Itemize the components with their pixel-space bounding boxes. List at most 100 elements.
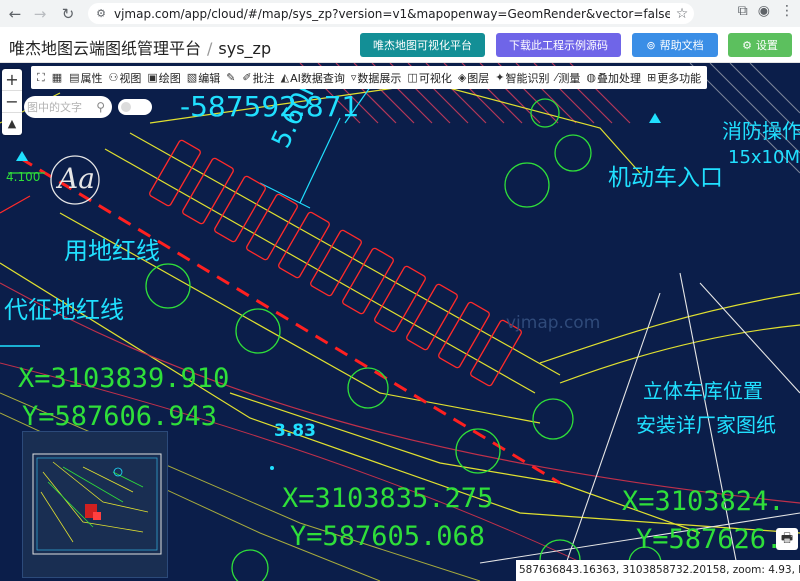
toolbar-data-display[interactable]: ▿ 数据展示 (348, 66, 405, 89)
toolbar-annotate[interactable]: ✐ 批注 (239, 66, 277, 89)
search-placeholder: 图中的文字 (27, 101, 82, 114)
zoom-out-button[interactable]: − (2, 91, 22, 113)
breadcrumb-separator: / (207, 39, 213, 58)
toolbar-properties[interactable]: ▤ 属性 (66, 66, 105, 89)
toolbar-qrcode[interactable]: ▦ (49, 66, 66, 89)
download-source-label: 下载此工程示例源码 (509, 39, 608, 52)
app-title: 唯杰地图云端图纸管理平台 (9, 39, 202, 58)
annotate-icon: ✐ (242, 71, 252, 84)
draw-icon: ▣ (147, 71, 158, 84)
cad-dim2: 3.83 (274, 421, 316, 441)
toolbar-fullscreen[interactable]: ⛶ (34, 66, 49, 89)
toolbar-view-label: 视图 (119, 71, 142, 85)
toolbar-visualize-label: 可视化 (418, 71, 452, 85)
toolbar-measure[interactable]: ⁄ 测量 (553, 66, 584, 89)
cad-y2: Y=587605.068 (290, 521, 486, 552)
toolbar-view[interactable]: ⚇ 视图 (106, 66, 145, 89)
reload-icon[interactable]: ↻ (55, 5, 81, 23)
watermark: vjmap.com (506, 313, 601, 333)
visual-platform-label: 唯杰地图可视化平台 (373, 39, 472, 52)
zoom-control: + − ▲ (2, 69, 22, 135)
breadcrumb: 唯杰地图云端图纸管理平台 / sys_zp (9, 35, 271, 59)
settings-button[interactable]: ⚙ 设置 (728, 33, 792, 57)
url-text[interactable]: vjmap.com/app/cloud/#/map/sys_zp?version… (114, 7, 670, 21)
edit-icon: ▧ (186, 71, 198, 84)
toolbar-more[interactable]: ⊞ 更多功能 (644, 66, 704, 89)
toolbar-ai-query-label: AI数据查询 (290, 71, 345, 85)
search-toggle[interactable] (118, 99, 152, 115)
cad-fire-size: 15x10M (728, 147, 800, 168)
cad-y1: Y=587606.943 (22, 401, 218, 432)
address-bar[interactable]: ⚙ vjmap.com/app/cloud/#/map/sys_zp?versi… (88, 3, 694, 24)
cad-x2: X=3103835.275 (282, 483, 494, 514)
cad-label-aa: Aa (58, 162, 95, 195)
back-icon[interactable]: ← (2, 5, 28, 23)
site-info-icon[interactable]: ⚙ (88, 7, 114, 20)
toolbar-recognition[interactable]: ✦ 智能识别 (492, 66, 552, 89)
cad-garage-note: 安装详厂家图纸 (636, 413, 776, 437)
cad-elevation: 4.100 (6, 170, 41, 184)
ai-query-icon: ◭ (280, 71, 290, 84)
map-text-search-input[interactable]: 图中的文字 ⚲ (24, 96, 112, 118)
settings-label: 设置 (755, 39, 778, 52)
data-display-icon: ▿ (350, 71, 357, 84)
cad-fire-label: 消防操作 (722, 119, 800, 143)
chart-icon: ◫ (407, 71, 418, 84)
layers-icon: ◈ (457, 71, 467, 84)
toolbar-edit-label: 编辑 (198, 71, 221, 85)
toolbar-layers-label: 图层 (467, 71, 490, 85)
cad-y3: Y=587626.0 (636, 524, 799, 555)
visual-platform-button[interactable]: 唯杰地图可视化平台 (360, 33, 485, 57)
map-name: sys_zp (218, 39, 272, 58)
zoom-in-button[interactable]: + (2, 69, 22, 91)
cad-red-line-label: 用地红线 (64, 237, 160, 265)
cursor-coordinates: 587636843.16363, 3103858732.20158, zoom:… (516, 560, 800, 581)
compass-button[interactable]: ▲ (2, 113, 22, 135)
view-icon: ⚇ (108, 71, 119, 84)
cad-x1: X=3103839.910 (18, 363, 230, 394)
extensions-icon[interactable]: ⧉ (738, 3, 748, 19)
properties-icon: ▤ (69, 71, 80, 84)
cad-x3: X=3103824. (622, 486, 785, 517)
toolbar-edit[interactable]: ▧ 编辑 (184, 66, 223, 89)
app-header: 唯杰地图云端图纸管理平台 / sys_zp 唯杰地图可视化平台 下载此工程示例源码 … (0, 27, 800, 63)
toolbar-visualize[interactable]: ◫ 可视化 (404, 66, 454, 89)
note-icon: ✎ (226, 71, 236, 84)
cad-coord-top: -587592.871 (180, 90, 360, 123)
search-icon[interactable]: ⚲ (96, 100, 105, 114)
cad-map-canvas[interactable]: -587592.871 5.60m Aa 4.100 用地红线 代征地红线 X=… (0, 63, 800, 581)
toolbar-annotate-label: 批注 (252, 71, 275, 85)
toolbar-overlay-label: 叠加处理 (596, 71, 641, 85)
cad-red-line2-label: 代征地红线 (4, 296, 124, 324)
measure-icon: ⁄ (555, 71, 558, 84)
recognition-icon: ✦ (495, 71, 505, 84)
more-icon: ⊞ (646, 71, 657, 84)
print-button[interactable]: 🖶 (776, 528, 798, 550)
minimap-drawing (32, 453, 162, 555)
help-docs-label: 帮助文档 (659, 39, 704, 52)
toolbar-overlay[interactable]: ◍ 叠加处理 (583, 66, 644, 89)
toolbar-data-display-label: 数据展示 (357, 71, 402, 85)
toolbar-ai-query[interactable]: ◭ AI数据查询 (278, 66, 348, 89)
toolbar-draw-label: 绘图 (158, 71, 181, 85)
toolbar-draw[interactable]: ▣ 绘图 (144, 66, 183, 89)
help-icon: ⊚ (646, 38, 656, 52)
toolbar-layers[interactable]: ◈ 图层 (455, 66, 492, 89)
bookmark-star-icon[interactable]: ☆ (670, 6, 694, 22)
help-docs-button[interactable]: ⊚ 帮助文档 (632, 33, 718, 57)
download-source-button[interactable]: 下载此工程示例源码 (496, 33, 621, 57)
forward-icon[interactable]: → (27, 5, 53, 23)
map-toolbar: ⛶ ▦ ▤ 属性 ⚇ 视图 ▣ 绘图 ▧ 编辑 ✎ ✐ 批注 ◭ AI数据查询 ▿ 数据展示 … (31, 66, 708, 89)
browser-toolbar: ← → ↻ ⚙ vjmap.com/app/cloud/#/map/sys_zp… (0, 0, 800, 27)
minimap[interactable] (22, 431, 168, 578)
qrcode-icon: ▦ (51, 71, 63, 84)
toolbar-recognition-label: 智能识别 (505, 71, 550, 85)
toolbar-more-label: 更多功能 (657, 71, 702, 85)
toolbar-properties-label: 属性 (80, 71, 103, 85)
menu-icon[interactable]: ⋮ (780, 3, 794, 19)
toolbar-measure-label: 测量 (558, 71, 581, 85)
toolbar-note[interactable]: ✎ (223, 66, 239, 89)
cad-vehicle-entrance: 机动车入口 (608, 165, 723, 191)
cad-garage-label: 立体车库位置 (643, 379, 763, 403)
profile-icon[interactable]: ◉ (758, 3, 770, 19)
